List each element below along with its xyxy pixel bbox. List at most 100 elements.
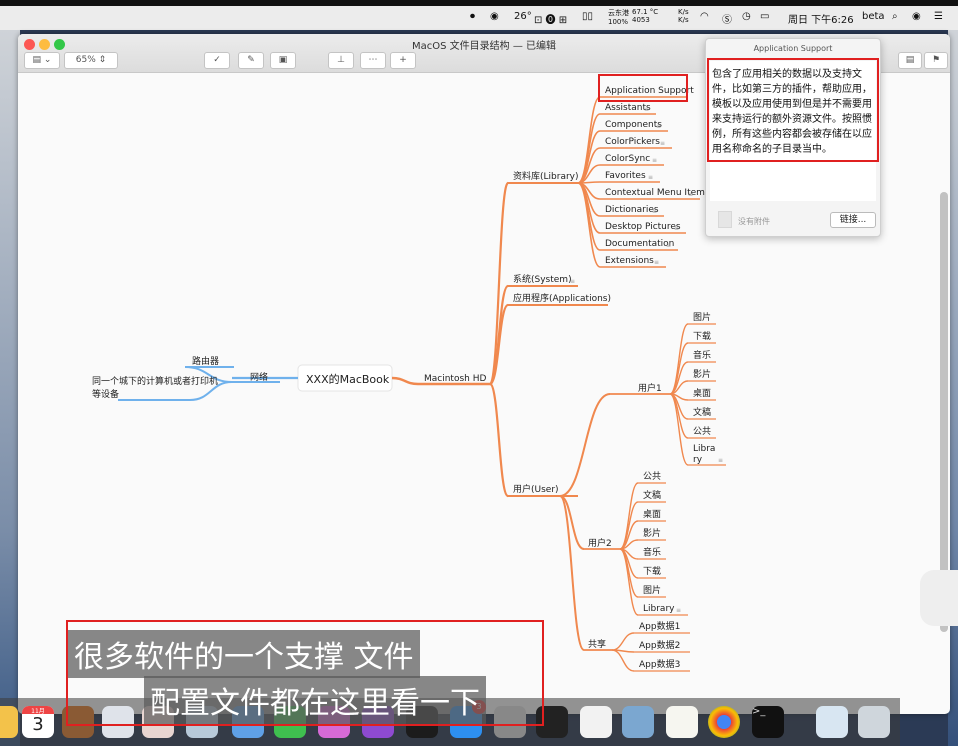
user2-item-1[interactable]: 文稿: [643, 489, 661, 501]
shared-item-1[interactable]: App数据2: [639, 639, 680, 651]
library-item-note-icon-5[interactable]: ≡: [648, 174, 653, 181]
applications-node[interactable]: 应用程序(Applications): [513, 292, 611, 304]
cpu-text[interactable]: 67.1 °C 4053: [632, 8, 658, 24]
library-item-note-icon-9[interactable]: ≡: [666, 242, 671, 249]
menubar-clock[interactable]: 周日 下午6:26: [788, 11, 854, 26]
user1-item-3[interactable]: 影片: [693, 368, 711, 380]
library-item-note-icon-6[interactable]: ≡: [688, 191, 693, 198]
link-button[interactable]: 链接...: [830, 212, 876, 228]
library-item-10[interactable]: Extensions: [605, 256, 654, 266]
no-attachment-label: 没有附件: [738, 217, 770, 226]
library-item-note-icon-1[interactable]: ≡: [644, 106, 649, 113]
library-item-4[interactable]: ColorSync: [605, 154, 650, 164]
dock-chrome-icon[interactable]: [708, 706, 740, 738]
dock-calendar-icon[interactable]: 11月 3: [22, 706, 54, 738]
user2-item-0[interactable]: 公共: [643, 471, 661, 482]
side-panel-handle[interactable]: [920, 570, 958, 626]
library-item-5[interactable]: Favorites: [605, 171, 646, 181]
branch-user1-item-0: [669, 323, 689, 395]
sidebar-toggle-button[interactable]: ▤ ⌄: [24, 52, 60, 69]
dock-downloads-icon[interactable]: [816, 706, 848, 738]
user2-item-6[interactable]: 图片: [643, 584, 661, 596]
library-item-2[interactable]: Components: [605, 120, 662, 130]
vertical-scrollbar[interactable]: [940, 192, 948, 632]
dock-textedit-icon[interactable]: [666, 706, 698, 738]
library-item-8[interactable]: Desktop Pictures: [605, 222, 681, 232]
root-node-label[interactable]: XXX的MacBook: [306, 372, 390, 386]
user2-library-note-icon[interactable]: ≡: [676, 607, 681, 614]
branch-user2-item-0: [619, 482, 639, 550]
user2-item-5[interactable]: 下载: [643, 565, 661, 577]
shared-item-2[interactable]: App数据3: [639, 658, 680, 670]
theme-icon[interactable]: ⚑: [924, 52, 948, 69]
check-icon[interactable]: ✓: [204, 52, 230, 69]
inspector-icon[interactable]: ▤: [898, 52, 922, 69]
menubar-temp[interactable]: 26°: [514, 11, 532, 22]
user2-node[interactable]: 用户2: [588, 537, 612, 549]
battery-icon[interactable]: ▯▯: [582, 11, 593, 22]
library-item-6[interactable]: Contextual Menu Items: [605, 188, 710, 198]
dock-terminal-icon[interactable]: >_: [752, 706, 784, 738]
wifi-icon[interactable]: ◠: [700, 11, 709, 22]
user1-item-6[interactable]: 公共: [693, 426, 711, 437]
users-node[interactable]: 用户(User): [513, 483, 559, 495]
shared-node[interactable]: 共享: [588, 638, 606, 650]
zoom-select[interactable]: 65% ⇕: [64, 52, 118, 69]
user2-item-2[interactable]: 桌面: [643, 508, 661, 520]
s-icon[interactable]: Ⓢ: [722, 11, 732, 26]
record-icon[interactable]: ⏺: [470, 11, 475, 22]
user1-item-4[interactable]: 桌面: [693, 387, 711, 399]
dock-trash-icon[interactable]: [858, 706, 890, 738]
library-item-note-icon-7[interactable]: ≡: [652, 208, 657, 215]
dock-preview-icon[interactable]: [622, 706, 654, 738]
menubar-beta[interactable]: beta: [862, 11, 885, 22]
app-icons[interactable]: ⊡ ⓿ ⊞: [534, 11, 567, 26]
note-icon[interactable]: ✎: [238, 52, 264, 69]
library-item-note-icon-8[interactable]: ≡: [674, 225, 679, 232]
branch-macintosh: [391, 376, 419, 386]
library-item-7[interactable]: Dictionaries: [605, 205, 659, 215]
user1-item-2[interactable]: 音乐: [693, 349, 711, 361]
library-item-note-icon-3[interactable]: ≡: [660, 140, 665, 147]
siri-icon[interactable]: ◉: [912, 11, 921, 22]
user2-item-4[interactable]: 音乐: [643, 546, 661, 558]
notification-center-icon[interactable]: ☰: [934, 11, 943, 22]
branch-user1: [559, 393, 611, 497]
user1-node[interactable]: 用户1: [638, 382, 662, 394]
dock-app-notes-icon[interactable]: [0, 706, 18, 738]
system-note-icon[interactable]: ≡: [570, 278, 575, 285]
lan-node-line-2[interactable]: 等设备: [92, 388, 119, 400]
system-node[interactable]: 系统(System): [513, 273, 572, 285]
user2-item-3[interactable]: 影片: [643, 527, 661, 539]
spotlight-icon[interactable]: ⌕: [892, 11, 898, 22]
eye-icon[interactable]: ◉: [490, 11, 499, 22]
macintosh-node[interactable]: Macintosh HD: [424, 374, 486, 384]
user2-item-7[interactable]: Library: [643, 604, 675, 614]
library-item-9[interactable]: Documentation: [605, 239, 674, 249]
dock-mindnode-icon[interactable]: [580, 706, 612, 738]
user1-item-5[interactable]: 文稿: [693, 406, 711, 418]
library-item-note-icon-2[interactable]: ≡: [656, 123, 661, 130]
user1-library-line-1[interactable]: Libra: [693, 444, 715, 454]
lan-node-line-1[interactable]: 同一个城下的计算机或者打印机: [92, 375, 218, 387]
add-sibling-icon[interactable]: ⋯: [360, 52, 386, 69]
library-node[interactable]: 资料库(Library): [513, 170, 579, 182]
weather-text[interactable]: 云东港 100%: [608, 8, 629, 26]
user1-item-0[interactable]: 图片: [693, 311, 711, 323]
time-machine-icon[interactable]: ◷: [742, 11, 751, 22]
branch-library-item-9: [577, 182, 601, 251]
user1-library-line-2[interactable]: ry: [693, 455, 703, 465]
user1-item-1[interactable]: 下载: [693, 330, 711, 342]
network-node[interactable]: 网络: [250, 371, 268, 383]
shared-item-0[interactable]: App数据1: [639, 620, 680, 632]
add-node-icon[interactable]: +: [390, 52, 416, 69]
image-icon[interactable]: ▣: [270, 52, 296, 69]
add-child-icon[interactable]: ⊥: [328, 52, 354, 69]
input-method-icon[interactable]: ▭: [760, 11, 769, 22]
library-item-3[interactable]: ColorPickers: [605, 137, 660, 147]
library-item-note-icon-10[interactable]: ≡: [654, 259, 659, 266]
network-speed[interactable]: K/s K/s: [678, 8, 689, 24]
user1-library-note-icon[interactable]: ≡: [718, 457, 723, 464]
library-item-note-icon-4[interactable]: ≡: [652, 157, 657, 164]
router-node[interactable]: 路由器: [192, 355, 219, 367]
